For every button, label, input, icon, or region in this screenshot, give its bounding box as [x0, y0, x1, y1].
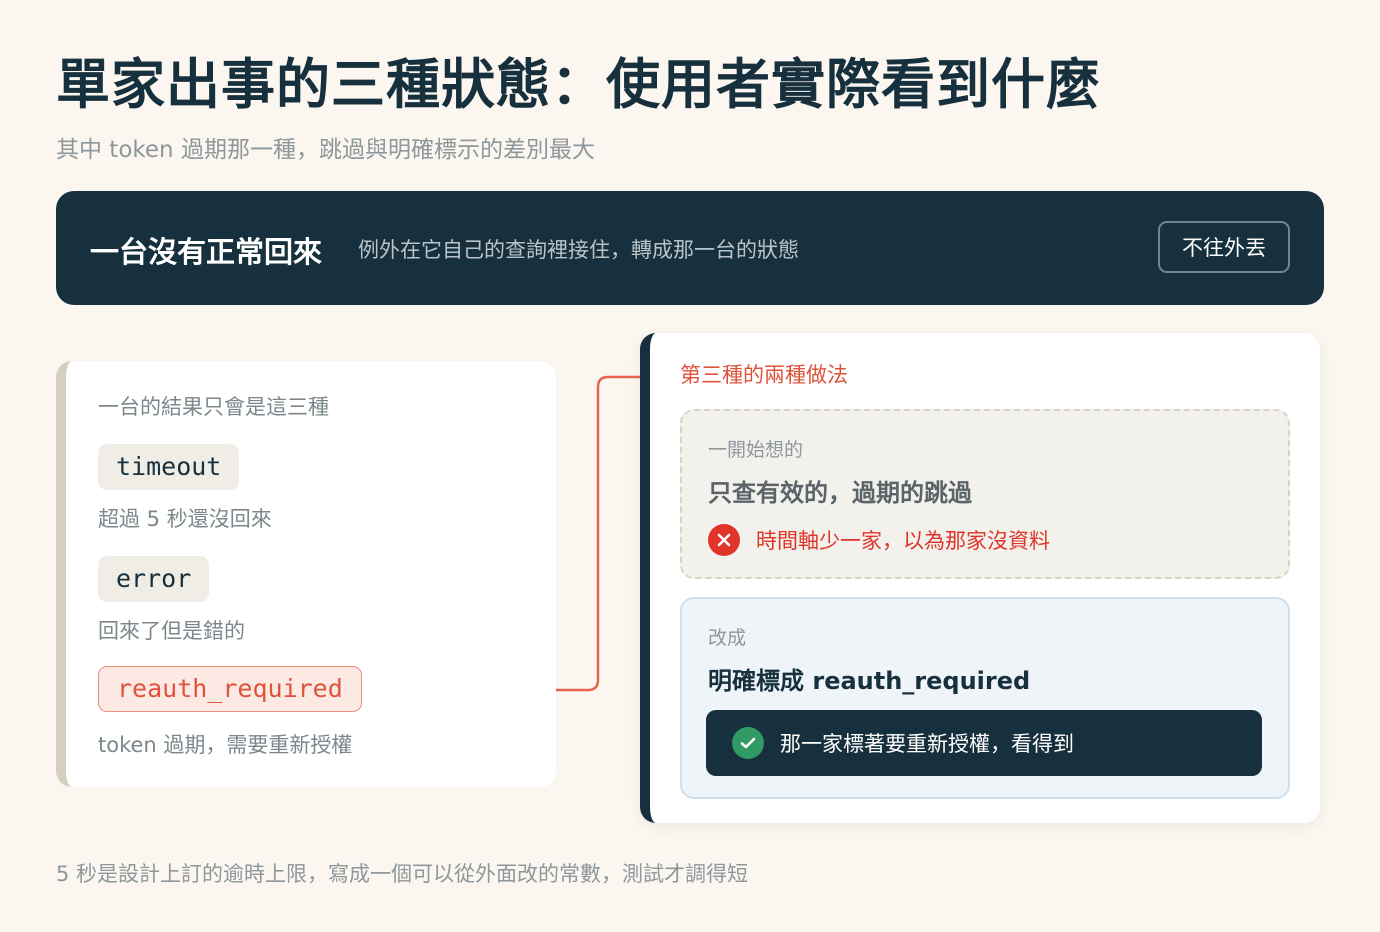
revised-consequence: 那一家標著要重新授權，看得到	[706, 710, 1262, 776]
initial-approach-label: 一開始想的	[708, 439, 804, 461]
revised-approach-box: 改成 明確標成 reauth_required 那一家標著要重新授權，看得到	[680, 597, 1290, 799]
check-icon	[732, 727, 764, 759]
approaches-heading: 第三種的兩種做法	[680, 363, 848, 387]
revised-consequence-text: 那一家標著要重新授權，看得到	[780, 732, 1074, 756]
revised-approach-label: 改成	[708, 627, 747, 649]
initial-consequence-text: 時間軸少一家，以為那家沒資料	[756, 529, 1050, 553]
initial-approach-box: 一開始想的 只查有效的，過期的跳過 時間軸少一家，以為那家沒資料	[680, 409, 1290, 579]
x-icon	[708, 524, 740, 556]
footer-note: 5 秒是設計上訂的逾時上限，寫成一個可以從外面改的常數，測試才調得短	[56, 862, 749, 886]
approaches-card: 第三種的兩種做法 一開始想的 只查有效的，過期的跳過 時間軸少一家，以為那家沒資…	[640, 333, 1320, 823]
revised-approach-title: 明確標成 reauth_required	[708, 667, 1031, 695]
initial-approach-title: 只查有效的，過期的跳過	[708, 479, 972, 507]
initial-consequence: 時間軸少一家，以為那家沒資料	[708, 523, 1050, 557]
